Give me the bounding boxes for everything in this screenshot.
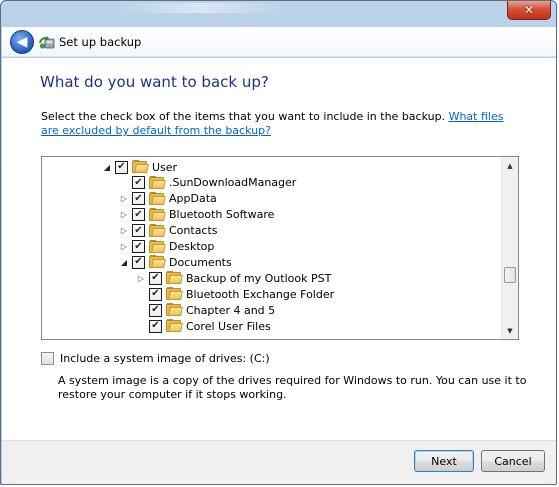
tree-item[interactable]: ▷ ✔ AppData bbox=[119, 191, 217, 207]
backup-app-icon bbox=[39, 36, 55, 49]
folder-icon bbox=[149, 175, 166, 190]
tree-item-label: Corel User Files bbox=[186, 319, 271, 333]
cancel-button[interactable]: Cancel bbox=[481, 450, 545, 472]
expand-closed-icon[interactable]: ▷ bbox=[119, 239, 129, 255]
tree-item-checkbox[interactable]: ✔ bbox=[132, 192, 145, 206]
tree-item-label: Chapter 4 and 5 bbox=[186, 303, 276, 317]
tree-item-checkbox[interactable]: ✔ bbox=[149, 287, 162, 301]
close-button[interactable]: ✕ bbox=[507, 1, 551, 20]
scroll-thumb[interactable] bbox=[504, 267, 516, 283]
content-area: What do you want to back up? Select the … bbox=[2, 58, 556, 440]
tree-item[interactable]: ✔ Bluetooth Exchange Folder bbox=[136, 286, 334, 302]
back-button[interactable]: ◀ bbox=[10, 30, 34, 54]
window-title: Set up backup bbox=[59, 35, 142, 49]
tree-item[interactable]: ▷ ✔ Backup of my Outlook PST bbox=[136, 270, 331, 286]
expand-closed-icon[interactable]: ▷ bbox=[136, 270, 146, 286]
next-button-label: Next bbox=[431, 454, 457, 468]
tree-item-label: Documents bbox=[169, 255, 232, 269]
system-image-label: Include a system image of drives: (C:) bbox=[60, 352, 270, 365]
tree-item[interactable]: ✔ Chapter 4 and 5 bbox=[136, 302, 275, 318]
system-image-description: A system image is a copy of the drives r… bbox=[58, 374, 527, 401]
tree-item[interactable]: ◢ ✔ Documents bbox=[119, 254, 232, 270]
system-image-checkbox[interactable] bbox=[41, 352, 54, 365]
tree-item-checkbox[interactable]: ✔ bbox=[149, 303, 162, 317]
tree-item[interactable]: ▷ ✔ Contacts bbox=[119, 223, 218, 239]
checkmark-icon: ✔ bbox=[134, 176, 143, 188]
checkmark-icon: ✔ bbox=[151, 320, 160, 331]
tree-item-label: Backup of my Outlook PST bbox=[186, 271, 332, 285]
wizard-header: ◀ Set up backup bbox=[2, 27, 556, 57]
next-button[interactable]: Next bbox=[414, 450, 474, 472]
expand-closed-icon[interactable]: ▷ bbox=[119, 207, 129, 223]
expand-open-icon[interactable]: ◢ bbox=[119, 254, 129, 270]
backup-items-tree[interactable]: ◢ ✔ User ✔ .SunDownloadManager ▷ ✔ AppData ▷ ✔ Blu… bbox=[41, 156, 519, 340]
close-icon: ✕ bbox=[523, 3, 535, 17]
tree-item-checkbox[interactable]: ✔ bbox=[132, 176, 145, 190]
tree-item-label: Contacts bbox=[169, 224, 218, 238]
checkmark-icon: ✔ bbox=[134, 208, 143, 220]
folder-icon bbox=[166, 287, 183, 301]
tree-item-label: AppData bbox=[169, 192, 217, 206]
tree-item-checkbox[interactable]: ✔ bbox=[149, 319, 162, 333]
tree-item-checkbox[interactable]: ✔ bbox=[132, 208, 145, 222]
scroll-down-arrow-icon[interactable]: ▼ bbox=[502, 322, 518, 339]
tree-item-checkbox[interactable]: ✔ bbox=[149, 271, 162, 285]
back-arrow-icon: ◀ bbox=[16, 33, 28, 50]
checkmark-icon: ✔ bbox=[134, 256, 143, 268]
tree-item-checkbox[interactable]: ✔ bbox=[132, 224, 145, 238]
folder-icon bbox=[149, 239, 166, 254]
blurred-title-text bbox=[121, 3, 281, 13]
tree-item-checkbox[interactable]: ✔ bbox=[132, 255, 145, 269]
tree-item[interactable]: ✔ Corel User Files bbox=[136, 318, 271, 334]
expand-closed-icon[interactable]: ▷ bbox=[119, 191, 129, 207]
button-bar: Next Cancel bbox=[2, 440, 556, 484]
checkmark-icon: ✔ bbox=[151, 304, 160, 316]
folder-icon bbox=[149, 191, 166, 206]
folder-icon bbox=[132, 160, 149, 174]
setup-backup-window: ✕ ◀ Set up backup What do you want to ba… bbox=[0, 0, 557, 485]
page-heading: What do you want to back up? bbox=[40, 73, 269, 91]
folder-icon bbox=[149, 223, 166, 238]
instruction-label: Select the check box of the items that y… bbox=[41, 110, 446, 123]
folder-icon bbox=[166, 271, 183, 285]
tree-item-checkbox[interactable]: ✔ bbox=[115, 160, 128, 174]
checkmark-icon: ✔ bbox=[117, 161, 126, 172]
tree-item-label: Desktop bbox=[169, 240, 215, 253]
expand-open-icon[interactable]: ◢ bbox=[102, 159, 112, 175]
folder-icon bbox=[149, 207, 166, 222]
tree-item-label: Bluetooth Exchange Folder bbox=[186, 287, 335, 301]
instruction-text: Select the check box of the items that y… bbox=[41, 110, 521, 138]
checkmark-icon: ✔ bbox=[134, 240, 143, 252]
title-bar[interactable]: ✕ bbox=[1, 1, 556, 27]
tree-item-label: .SunDownloadManager bbox=[169, 176, 297, 190]
checkmark-icon: ✔ bbox=[151, 288, 160, 300]
system-image-option[interactable]: Include a system image of drives: (C:) bbox=[41, 352, 270, 365]
folder-icon bbox=[166, 319, 183, 333]
expand-closed-icon[interactable]: ▷ bbox=[119, 223, 129, 239]
tree-item[interactable]: ▷ ✔ Desktop bbox=[119, 239, 214, 255]
tree-item[interactable]: ✔ .SunDownloadManager bbox=[119, 175, 296, 191]
folder-icon bbox=[166, 303, 183, 317]
tree-item[interactable]: ◢ ✔ User bbox=[102, 159, 177, 175]
cancel-button-label: Cancel bbox=[494, 454, 532, 468]
tree-item-label: User bbox=[152, 160, 178, 174]
vertical-scrollbar[interactable]: ▲ ▼ bbox=[501, 157, 518, 339]
scroll-up-arrow-icon[interactable]: ▲ bbox=[502, 157, 518, 174]
checkmark-icon: ✔ bbox=[134, 224, 143, 236]
checkmark-icon: ✔ bbox=[134, 192, 143, 204]
tree-item-checkbox[interactable]: ✔ bbox=[132, 240, 145, 253]
tree-item[interactable]: ▷ ✔ Bluetooth Software bbox=[119, 207, 274, 223]
checkmark-icon: ✔ bbox=[151, 272, 160, 284]
tree-item-label: Bluetooth Software bbox=[169, 208, 275, 222]
folder-icon bbox=[149, 255, 166, 269]
